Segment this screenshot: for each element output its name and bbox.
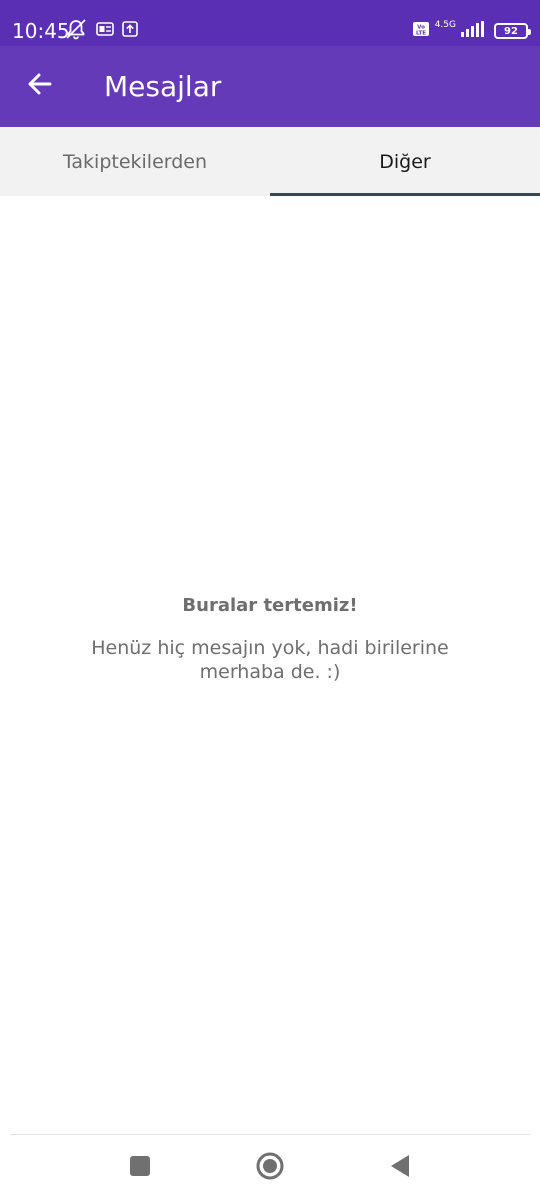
back-button[interactable] [16,64,64,108]
home-button[interactable] [246,1148,294,1188]
recent-apps-button[interactable] [116,1148,164,1188]
tab-label: Takiptekilerden [62,150,208,173]
tab-label: Diğer [379,150,431,173]
back-icon [388,1153,412,1184]
status-time: 10:45 [12,19,70,43]
empty-state-title: Buralar tertemiz! [182,595,358,616]
upload-icon [122,20,138,42]
battery-icon: 92 [494,23,531,39]
nav-back-button[interactable] [376,1148,424,1188]
alarm-off-icon [64,18,88,45]
notification-icon [96,21,114,41]
page-title: Mesajlar [104,70,222,103]
network-label: 4.5G [434,19,456,30]
home-icon [255,1151,285,1186]
system-nav-bar [0,1134,540,1200]
tab-takiptekilerden[interactable]: Takiptekilerden [0,127,270,196]
status-left-icons [64,18,138,45]
status-right-icons: Vo LTE 4.5G 92 [412,19,531,43]
arrow-left-icon [26,70,54,103]
tab-bar: Takiptekilerden Diğer [0,127,540,196]
battery-level: 92 [504,25,518,37]
svg-text:LTE: LTE [416,30,426,36]
empty-state-subtitle: Henüz hiç mesajın yok, hadi birilerine m… [91,637,449,683]
status-bar: 10:45 Vo LTE 4.5G 92 [0,0,540,46]
app-bar: Mesajlar [0,46,540,127]
nav-divider [10,1134,530,1135]
empty-state: Buralar tertemiz! Henüz hiç mesajın yok,… [0,590,540,684]
volte-icon: Vo LTE [412,21,430,42]
signal-icon [461,20,485,42]
tab-diger[interactable]: Diğer [270,127,540,196]
recent-apps-icon [129,1155,151,1182]
